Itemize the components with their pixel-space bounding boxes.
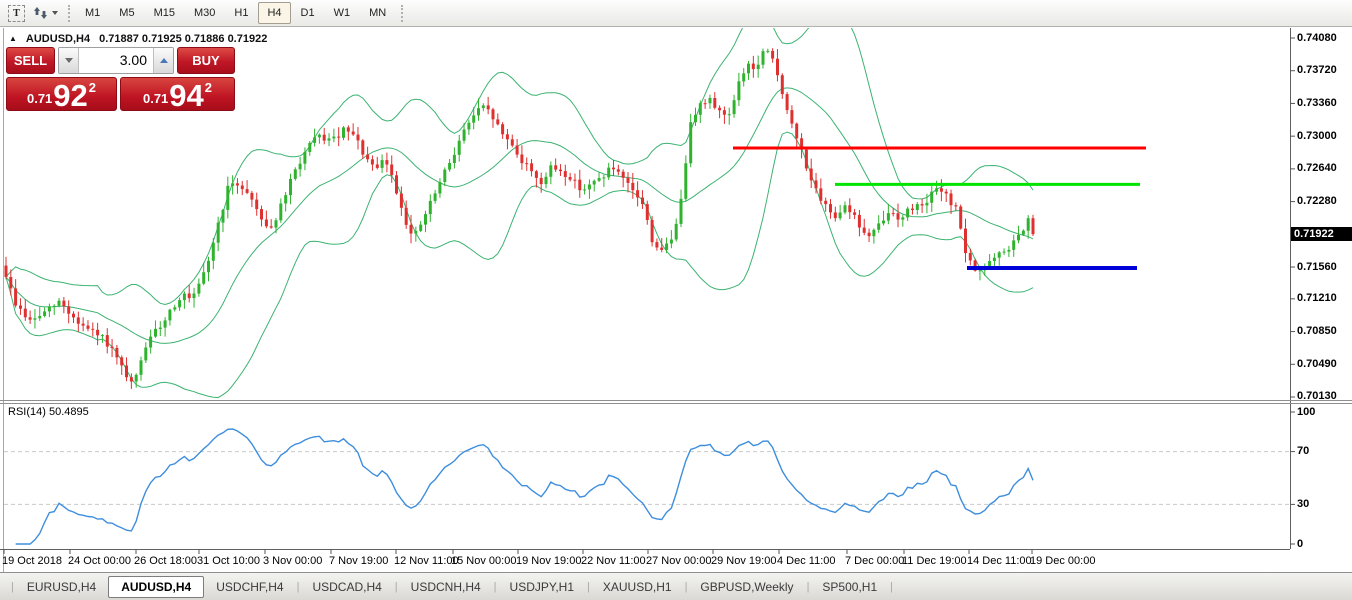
volume-input[interactable]: 3.00 xyxy=(79,48,153,73)
time-axis-tick-label: 12 Nov 11:00 xyxy=(394,555,459,567)
price-axis-tick-label: 0.70850 xyxy=(1297,325,1337,338)
window-collapse-icon: ▲ xyxy=(9,35,17,43)
tab-gbpusd-weekly[interactable]: GBPUSD,Weekly xyxy=(688,576,805,598)
toolbar-separator xyxy=(401,5,403,22)
tab-xauusd-h1[interactable]: XAUUSD,H1 xyxy=(591,576,684,598)
chart-header: ▲ AUDUSD,H4 0.71887 0.71925 0.71886 0.71… xyxy=(9,33,267,45)
rsi-axis-tick-label: 0 xyxy=(1297,538,1303,551)
rsi-indicator-label: RSI(14) 50.4895 xyxy=(8,406,89,418)
timeframe-m5[interactable]: M5 xyxy=(110,2,143,24)
time-axis-tick-label: 19 Nov 19:00 xyxy=(516,555,581,567)
time-axis-tick-label: 14 Dec 11:00 xyxy=(967,555,1032,567)
timeframe-d1[interactable]: D1 xyxy=(292,2,324,24)
timeframe-m30[interactable]: M30 xyxy=(185,2,224,24)
time-axis-tick-label: 24 Oct 00:00 xyxy=(68,555,131,567)
price-axis-tick-label: 0.73360 xyxy=(1297,97,1337,110)
timeframe-h4[interactable]: H4 xyxy=(258,2,290,24)
chart-symbol: AUDUSD,H4 xyxy=(26,33,90,45)
timeframe-m1[interactable]: M1 xyxy=(76,2,109,24)
price-axis-tick-label: 0.71210 xyxy=(1297,292,1337,305)
triangle-down-icon xyxy=(65,58,73,63)
volume-decrease-button[interactable] xyxy=(59,48,79,73)
tab-sp500-h1[interactable]: SP500,H1 xyxy=(810,576,889,598)
sell-price-pipette: 2 xyxy=(89,80,96,95)
price-axis-tick-label: 0.73720 xyxy=(1297,64,1337,77)
triangle-up-icon xyxy=(160,58,168,63)
time-axis-tick-label: 4 Dec 11:00 xyxy=(777,555,836,567)
rsi-axis-tick-label: 30 xyxy=(1297,498,1309,511)
volume-spinner: 3.00 xyxy=(58,47,174,74)
time-axis-tick-label: 11 Dec 19:00 xyxy=(902,555,967,567)
tab-usdcnh-h4[interactable]: USDCNH,H4 xyxy=(399,576,493,598)
time-axis-tick-label: 7 Dec 00:00 xyxy=(845,555,904,567)
tab-eurusd-h4[interactable]: EURUSD,H4 xyxy=(15,576,108,598)
price-axis-tick-label: 0.73000 xyxy=(1297,130,1337,143)
buy-price-big-digits: 94 xyxy=(169,82,203,110)
timeframe-h1[interactable]: H1 xyxy=(225,2,257,24)
rsi-axis-tick-label: 70 xyxy=(1297,445,1309,458)
toolbar-separator xyxy=(68,5,70,22)
rsi-line xyxy=(16,429,1033,544)
buy-price-prefix: 0.71 xyxy=(143,91,168,106)
tab-usdchf-h4[interactable]: USDCHF,H4 xyxy=(204,576,295,598)
time-axis-tick-label: 3 Nov 00:00 xyxy=(263,555,322,567)
sell-button[interactable]: SELL xyxy=(6,47,55,74)
text-label-tool-button[interactable]: T xyxy=(4,2,29,25)
one-click-trading-panel: SELL 3.00 BUY 0.71 92 2 0.71 94 2 xyxy=(6,47,235,111)
time-axis-tick-label: 22 Nov 11:00 xyxy=(581,555,646,567)
terminal-window: T M1M5M15M30H1H4D1W1MN ▲ AUDUSD,H4 0.718… xyxy=(0,0,1352,600)
chart-toolbar: T M1M5M15M30H1H4D1W1MN xyxy=(0,0,1352,27)
current-price-badge: 0.71922 xyxy=(1291,227,1352,241)
buy-button[interactable]: BUY xyxy=(177,47,235,74)
tab-bar: |EURUSD,H4AUDUSD,H4USDCHF,H4|USDCAD,H4|U… xyxy=(0,572,1352,600)
tab-usdcad-h4[interactable]: USDCAD,H4 xyxy=(300,576,393,598)
buy-price-box[interactable]: 0.71 94 2 xyxy=(120,77,235,111)
arrows-icon xyxy=(33,6,48,20)
timeframe-group: M1M5M15M30H1H4D1W1MN xyxy=(76,2,395,24)
time-axis-tick-label: 15 Nov 00:00 xyxy=(451,555,516,567)
timeframe-w1[interactable]: W1 xyxy=(325,2,360,24)
horizontal-line-objects xyxy=(733,148,1146,268)
price-axis-tick-label: 0.70130 xyxy=(1297,390,1337,403)
tab-audusd-h4[interactable]: AUDUSD,H4 xyxy=(108,576,204,598)
time-axis-tick-label: 19 Oct 2018 xyxy=(2,555,62,567)
sell-price-prefix: 0.71 xyxy=(27,91,52,106)
price-axis-tick-label: 0.72640 xyxy=(1297,162,1337,175)
time-axis-tick-label: 29 Nov 19:00 xyxy=(711,555,776,567)
chart-ohlc-values: 0.71887 0.71925 0.71886 0.71922 xyxy=(99,33,267,45)
rsi-axis-tick-label: 100 xyxy=(1297,406,1315,419)
arrow-objects-button[interactable] xyxy=(29,2,62,25)
price-axis-tick-label: 0.70490 xyxy=(1297,358,1337,371)
price-axis-tick-label: 0.71560 xyxy=(1297,261,1337,274)
timeframe-m15[interactable]: M15 xyxy=(145,2,184,24)
timeframe-mn[interactable]: MN xyxy=(360,2,395,24)
volume-increase-button[interactable] xyxy=(153,48,173,73)
time-axis-tick-label: 26 Oct 18:00 xyxy=(134,555,197,567)
time-axis-tick-label: 31 Oct 10:00 xyxy=(197,555,260,567)
rsi-levels xyxy=(4,452,1290,505)
tab-separator: | xyxy=(889,581,894,593)
time-axis-tick-label: 7 Nov 19:00 xyxy=(329,555,388,567)
buy-price-pipette: 2 xyxy=(205,80,212,95)
time-axis-tick-label: 19 Dec 00:00 xyxy=(1030,555,1095,567)
sell-price-big-digits: 92 xyxy=(53,82,87,110)
price-axis-tick-label: 0.72280 xyxy=(1297,195,1337,208)
dropdown-caret-icon xyxy=(52,11,58,15)
price-axis-tick-label: 0.74080 xyxy=(1297,32,1337,45)
tab-usdjpy-h1[interactable]: USDJPY,H1 xyxy=(498,576,586,598)
sell-price-box[interactable]: 0.71 92 2 xyxy=(6,77,117,111)
time-axis-tick-label: 27 Nov 00:00 xyxy=(646,555,711,567)
text-tool-icon: T xyxy=(8,5,25,22)
